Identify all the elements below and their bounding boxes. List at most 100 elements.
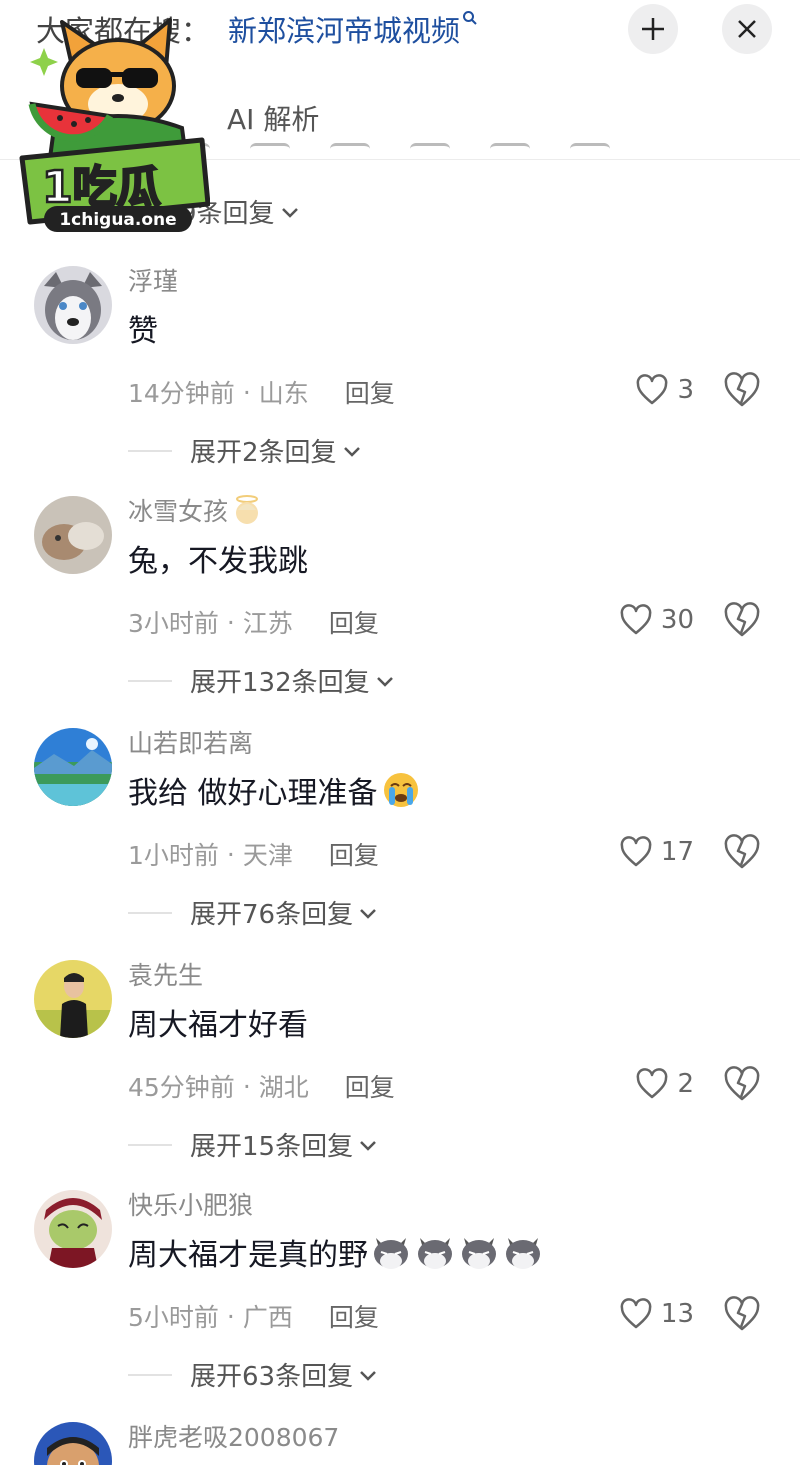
close-button[interactable] — [722, 4, 772, 54]
avatar[interactable] — [34, 266, 112, 344]
broken-heart-icon[interactable] — [722, 370, 762, 410]
broken-heart-icon[interactable] — [722, 832, 762, 872]
watermark-logo: 1吃瓜 1chigua.one — [14, 8, 211, 234]
like-count: 2 — [677, 1069, 694, 1099]
avatar[interactable] — [34, 496, 112, 574]
expand-replies-button[interactable]: 展开2条回复 — [128, 432, 363, 469]
heart-icon — [620, 836, 652, 867]
comment-text: 赞 — [128, 314, 158, 349]
comment-text: 我给 做好心理准备 — [128, 768, 422, 812]
comment-region: 湖北 — [258, 1073, 309, 1102]
username[interactable]: 袁先生 — [128, 956, 203, 992]
search-term-link[interactable]: 新郑滨河帝城视频 — [228, 8, 478, 50]
like-count: 13 — [660, 1299, 694, 1329]
comment-meta: 14分钟前 · 山东 回复 — [128, 374, 395, 410]
comment-meta: 1小时前 · 天津 回复 — [128, 836, 379, 872]
close-icon — [738, 20, 756, 38]
wolf-emoji-icon — [506, 1238, 540, 1269]
chevron-down-icon — [360, 908, 376, 919]
comment-item: 浮瑾 赞 14分钟前 · 山东 回复 3 展开2条回复 — [0, 252, 800, 482]
expand-replies-button[interactable]: 展开15条回复 — [128, 1126, 379, 1163]
like-count: 17 — [660, 837, 694, 867]
like-count: 30 — [660, 605, 694, 635]
heart-icon — [620, 604, 652, 635]
search-icon — [462, 10, 478, 31]
username[interactable]: 胖虎老吸2008067 — [128, 1418, 339, 1454]
reply-button[interactable]: 回复 — [329, 836, 379, 872]
search-term-text: 新郑滨河帝城视频 — [228, 14, 461, 48]
like-button[interactable]: 13 — [604, 1292, 694, 1336]
like-count: 3 — [677, 375, 694, 405]
reply-button[interactable]: 回复 — [345, 374, 395, 410]
expand-replies-button[interactable]: 展开63条回复 — [128, 1356, 379, 1393]
comment-text-content: 周大福才是真的野 — [128, 1238, 368, 1273]
comment-item: 袁先生 周大福才好看 45分钟前 · 湖北 回复 2 展开15条回复 — [0, 946, 800, 1176]
comment-text: 周大福才好看 — [128, 1008, 308, 1043]
clipped-previous-row — [170, 143, 770, 159]
username-text: 冰雪女孩 — [128, 497, 229, 526]
divider — [128, 449, 172, 452]
heart-icon — [620, 1298, 652, 1329]
expand-replies-button[interactable]: 展开76条回复 — [128, 894, 379, 931]
comment-time: 1小时前 — [128, 841, 219, 870]
comment-item: 快乐小肥狼 周大福才是真的野 5小时前 · 广西 回复 13 展开63条回复 — [0, 1176, 800, 1406]
chevron-down-icon — [343, 446, 360, 457]
avatar[interactable] — [34, 960, 112, 1038]
broken-heart-icon[interactable] — [722, 1294, 762, 1334]
ai-analysis-tab[interactable]: AI 解析 — [227, 98, 319, 138]
expand-replies-label: 展开15条回复 — [190, 1132, 354, 1162]
expand-replies-button[interactable]: 展开132条回复 — [128, 662, 396, 699]
comment-meta: 5小时前 · 广西 回复 — [128, 1298, 379, 1334]
comment-time: 14分钟前 — [128, 379, 235, 408]
comment-item: 胖虎老吸2008067 — [0, 1408, 800, 1465]
comment-text-content: 我给 做好心理准备 — [128, 776, 378, 811]
reply-button[interactable]: 回复 — [329, 604, 379, 640]
comment-text: 周大福才是真的野 — [128, 1230, 544, 1274]
angel-emoji-icon — [236, 495, 259, 524]
avatar[interactable] — [34, 1422, 112, 1465]
like-button[interactable]: 3 — [604, 368, 694, 412]
comment-time: 3小时前 — [128, 609, 219, 638]
chevron-down-icon — [360, 1370, 376, 1381]
comment-time: 5小时前 — [128, 1303, 219, 1332]
comment-meta: 45分钟前 · 湖北 回复 — [128, 1068, 395, 1104]
avatar[interactable] — [34, 728, 112, 806]
chevron-down-icon — [376, 676, 393, 687]
divider — [128, 1373, 172, 1376]
broken-heart-icon[interactable] — [722, 1064, 762, 1104]
logo-brand: 1吃瓜 — [42, 162, 161, 213]
reply-button[interactable]: 回复 — [345, 1068, 395, 1104]
username[interactable]: 冰雪女孩 — [128, 492, 264, 528]
chevron-down-icon — [281, 207, 298, 218]
expand-replies-label: 展开2条回复 — [190, 438, 337, 468]
meta-separator: · — [242, 377, 251, 407]
minimize-button[interactable] — [628, 4, 678, 54]
comment-item: 山若即若离 我给 做好心理准备 1小时前 · 天津 回复 17 展开76条回复 — [0, 714, 800, 944]
meta-separator: · — [226, 1301, 235, 1331]
crying-emoji-icon — [383, 773, 418, 807]
meta-separator: · — [242, 1071, 251, 1101]
comment-item: 冰雪女孩 兔，不发我跳 3小时前 · 江苏 回复 30 展开132条回复 — [0, 482, 800, 712]
like-button[interactable]: 2 — [604, 1062, 694, 1106]
comment-region: 广西 — [242, 1303, 293, 1332]
username[interactable]: 山若即若离 — [128, 724, 253, 760]
comment-region: 天津 — [242, 841, 293, 870]
like-button[interactable]: 30 — [604, 598, 694, 642]
avatar[interactable] — [34, 1190, 112, 1268]
broken-heart-icon[interactable] — [722, 600, 762, 640]
heart-icon — [637, 1068, 668, 1099]
like-button[interactable]: 17 — [604, 830, 694, 874]
reply-button[interactable]: 回复 — [329, 1298, 379, 1334]
comment-region: 江苏 — [242, 609, 293, 638]
wolf-emoji-icon — [374, 1238, 408, 1269]
collapse-icon — [642, 18, 664, 40]
username[interactable]: 浮瑾 — [128, 262, 178, 298]
comment-time: 45分钟前 — [128, 1073, 235, 1102]
username[interactable]: 快乐小肥狼 — [128, 1186, 253, 1222]
heart-icon — [637, 374, 668, 405]
wolf-emoji-icon — [418, 1238, 452, 1269]
logo-url: 1chigua.one — [59, 210, 176, 230]
wolf-emoji-icon — [462, 1238, 496, 1269]
chevron-down-icon — [360, 1140, 376, 1151]
divider — [128, 679, 172, 682]
